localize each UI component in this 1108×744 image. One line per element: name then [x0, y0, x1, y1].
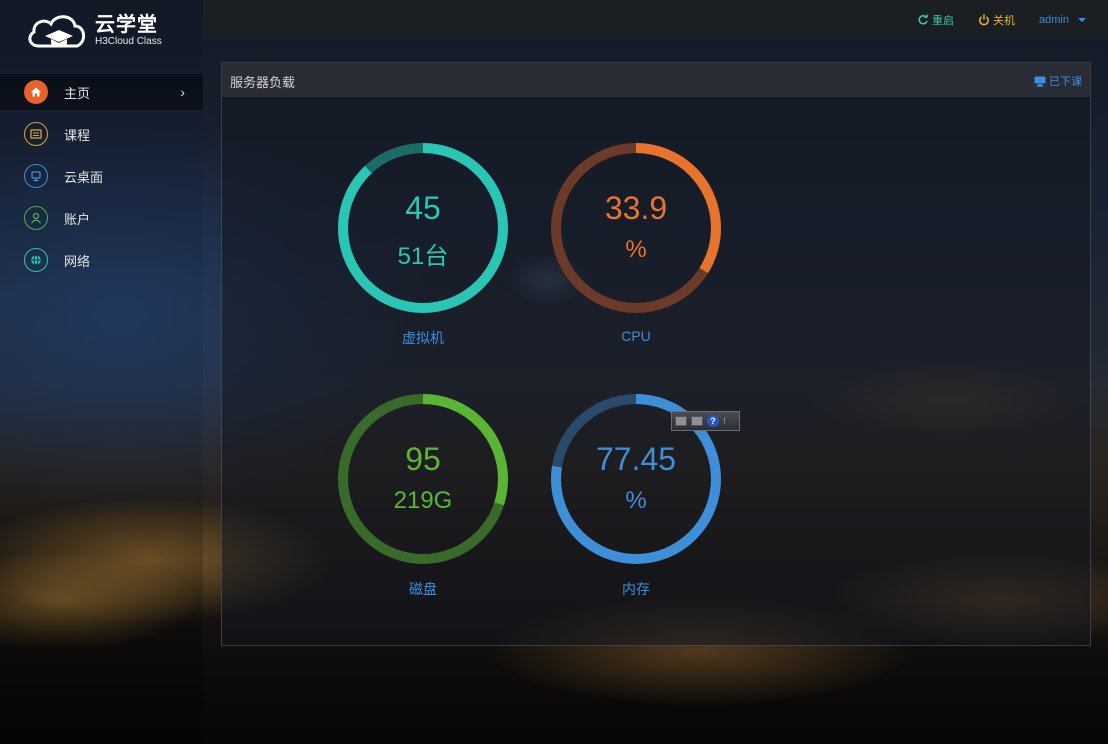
vm-gauge-label: 虚拟机: [402, 330, 444, 346]
cpu-gauge: 33.9 % CPU: [546, 138, 726, 353]
cpu-gauge-label: CPU: [621, 328, 651, 344]
home-icon: [24, 80, 48, 104]
sidebar-item-label: 网络: [64, 253, 91, 269]
restart-icon: [918, 14, 928, 25]
panel-header: 服务器负载 已下课: [222, 63, 1090, 97]
class-ended-label: 已下课: [1049, 76, 1082, 88]
memory-unit: %: [625, 487, 647, 514]
sidebar-item-label: 账户: [64, 211, 91, 227]
power-icon: [979, 14, 989, 26]
chevron-right-icon: ›: [180, 84, 185, 100]
sidebar-item-network[interactable]: 网络: [0, 239, 203, 281]
ime-grid-icon[interactable]: [675, 416, 687, 426]
app-title: 云学堂: [95, 14, 158, 36]
cpu-unit: %: [625, 236, 647, 263]
app-subtitle: H3Cloud Class: [95, 36, 162, 47]
restart-label: 重启: [932, 15, 955, 27]
desktop-icon: [24, 164, 48, 188]
keyboard-icon[interactable]: [691, 416, 703, 426]
sidebar-item-home[interactable]: 主页 ›: [0, 74, 203, 110]
cpu-value: 33.9: [604, 190, 668, 226]
sidebar-item-label: 云桌面: [64, 169, 104, 185]
disk-value: 95: [405, 441, 441, 477]
memory-value: 77.45: [595, 441, 677, 477]
sidebar-item-course[interactable]: 课程: [0, 113, 203, 155]
disk-gauge: 95 219G 磁盘: [333, 389, 513, 604]
class-ended-button[interactable]: 已下课: [1034, 73, 1082, 89]
sidebar-item-account[interactable]: 账户: [0, 197, 203, 239]
vm-gauge: 45 51台 虚拟机: [333, 138, 513, 353]
shutdown-label: 关机: [993, 15, 1016, 27]
disk-gauge-label: 磁盘: [409, 581, 437, 597]
top-bar: 重启 关机 admin: [203, 0, 1108, 40]
ime-toolbar[interactable]: ? ⁝: [671, 411, 740, 431]
sidebar-item-label: 课程: [64, 127, 91, 143]
sidebar-item-desktop[interactable]: 云桌面: [0, 155, 203, 197]
help-icon[interactable]: ?: [707, 415, 719, 427]
globe-icon: [24, 248, 48, 272]
vm-total-value: 51台: [397, 243, 449, 270]
disk-total: 219G: [393, 487, 453, 514]
sidebar-item-label: 主页: [64, 85, 91, 101]
chevron-down-icon: [1078, 18, 1086, 22]
sidebar-nav: 主页 › 课程 云桌面 账户 网络: [0, 74, 203, 281]
shutdown-button[interactable]: 关机: [978, 12, 1015, 28]
course-icon: [24, 122, 48, 146]
cloud-logo-icon: [28, 15, 85, 48]
user-name: admin: [1039, 14, 1069, 26]
vm-count-value: 45: [405, 190, 441, 226]
memory-gauge-label: 内存: [622, 581, 650, 597]
app-logo: 云学堂 H3Cloud Class: [25, 12, 162, 50]
restart-button[interactable]: 重启: [917, 12, 954, 28]
panel-title: 服务器负载: [230, 75, 296, 90]
monitor-icon: [1034, 76, 1046, 87]
ime-options-icon[interactable]: ⁝: [723, 417, 726, 426]
user-icon: [24, 206, 48, 230]
server-load-panel: 服务器负载 已下课 45 51台 虚拟机 33.9 % CPU 95 219G …: [221, 62, 1091, 646]
user-menu[interactable]: admin: [1039, 14, 1086, 26]
